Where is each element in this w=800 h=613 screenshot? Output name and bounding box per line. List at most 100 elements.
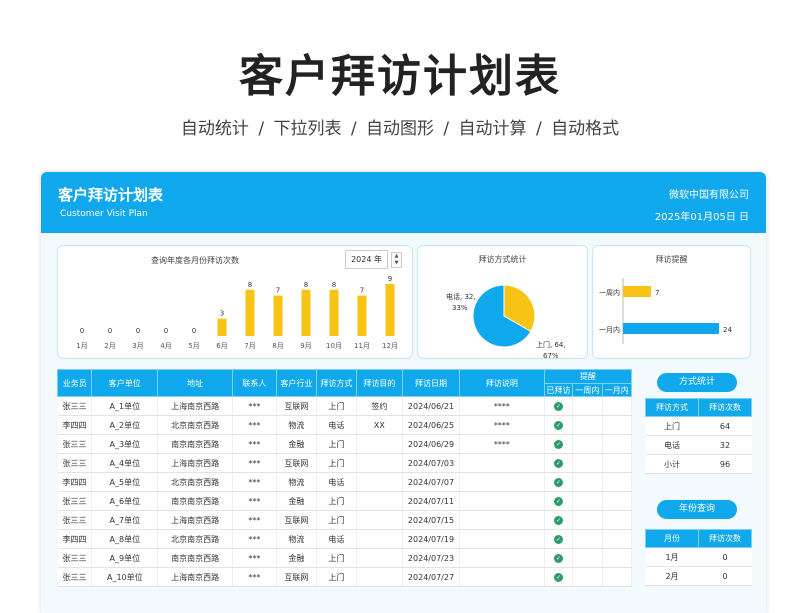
cell-date[interactable]: 2024/07/11 xyxy=(402,491,460,511)
cell-industry[interactable]: 互联网 xyxy=(276,510,318,530)
cell-address[interactable]: 上海南京西路 xyxy=(157,453,234,473)
table-row[interactable]: 张三三 A_7单位 上海南京西路 *** 互联网 上门 2024/07/15 ✓ xyxy=(57,510,633,530)
cell-method[interactable]: 上门 xyxy=(316,434,357,454)
cell-purpose[interactable] xyxy=(356,510,404,530)
cell-notes[interactable] xyxy=(459,472,545,492)
cell-notes[interactable] xyxy=(459,567,545,587)
cell-industry[interactable]: 互联网 xyxy=(276,567,318,587)
cell-notes[interactable] xyxy=(459,491,545,511)
cell-purpose[interactable]: 签约 xyxy=(356,396,404,416)
cell-salesperson[interactable]: 李四四 xyxy=(57,415,93,435)
cell-address[interactable]: 北京南京西路 xyxy=(157,529,234,549)
table-row[interactable]: 张三三 A_4单位 上海南京西路 *** 互联网 上门 2024/07/03 ✓ xyxy=(57,453,633,473)
spin-up-icon[interactable]: ▲ xyxy=(395,253,399,260)
cell-method[interactable]: 上门 xyxy=(316,510,357,530)
cell-salesperson[interactable]: 张三三 xyxy=(57,396,93,416)
year-spinner[interactable]: ▲ ▼ xyxy=(391,251,402,268)
cell-industry[interactable]: 互联网 xyxy=(276,453,318,473)
cell-contact[interactable]: *** xyxy=(232,415,277,435)
cell-industry[interactable]: 互联网 xyxy=(276,396,318,416)
cell-industry[interactable]: 金融 xyxy=(276,491,318,511)
cell-method[interactable]: 上门 xyxy=(316,453,357,473)
cell-salesperson[interactable]: 李四四 xyxy=(57,472,93,492)
cell-purpose[interactable] xyxy=(356,548,404,568)
cell-industry[interactable]: 物流 xyxy=(276,529,318,549)
table-row[interactable]: 李四四 A_8单位 北京南京西路 *** 物流 电话 2024/07/19 ✓ xyxy=(57,529,633,549)
cell-purpose[interactable] xyxy=(356,529,404,549)
cell-contact[interactable]: *** xyxy=(232,396,277,416)
cell-industry[interactable]: 金融 xyxy=(276,548,318,568)
cell-salesperson[interactable]: 张三三 xyxy=(57,548,93,568)
table-row[interactable]: 李四四 A_2单位 北京南京西路 *** 物流 电话 XX 2024/06/25 **** ✓ xyxy=(57,415,633,435)
cell-date[interactable]: 2024/07/23 xyxy=(402,548,460,568)
cell-contact[interactable]: *** xyxy=(232,548,277,568)
cell-client[interactable]: A_2单位 xyxy=(91,415,159,435)
cell-date[interactable]: 2024/07/19 xyxy=(402,529,460,549)
cell-client[interactable]: A_7单位 xyxy=(91,510,159,530)
cell-method[interactable]: 电话 xyxy=(316,415,357,435)
cell-client[interactable]: A_9单位 xyxy=(91,548,159,568)
cell-client[interactable]: A_8单位 xyxy=(91,529,159,549)
table-row[interactable]: 张三三 A_6单位 南京南京西路 *** 金融 上门 2024/07/11 ✓ xyxy=(57,491,633,511)
cell-salesperson[interactable]: 张三三 xyxy=(57,567,93,587)
cell-address[interactable]: 南京南京西路 xyxy=(157,548,234,568)
cell-contact[interactable]: *** xyxy=(232,472,277,492)
cell-date[interactable]: 2024/07/07 xyxy=(402,472,460,492)
cell-address[interactable]: 上海南京西路 xyxy=(157,396,234,416)
cell-client[interactable]: A_4单位 xyxy=(91,453,159,473)
cell-contact[interactable]: *** xyxy=(232,529,277,549)
cell-date[interactable]: 2024/06/21 xyxy=(402,396,460,416)
table-row[interactable]: 张三三 A_3单位 南京南京西路 *** 金融 上门 2024/06/29 **** ✓ xyxy=(57,434,633,454)
cell-date[interactable]: 2024/07/27 xyxy=(402,567,460,587)
cell-address[interactable]: 上海南京西路 xyxy=(157,567,234,587)
cell-contact[interactable]: *** xyxy=(232,434,277,454)
cell-method[interactable]: 上门 xyxy=(316,567,357,587)
cell-client[interactable]: A_6单位 xyxy=(91,491,159,511)
cell-notes[interactable]: **** xyxy=(459,434,545,454)
year-select-input[interactable]: 2024 年 xyxy=(345,250,388,269)
spin-down-icon[interactable]: ▼ xyxy=(395,260,399,267)
cell-purpose[interactable] xyxy=(356,472,404,492)
cell-method[interactable]: 上门 xyxy=(316,396,357,416)
table-row[interactable]: 张三三 A_9单位 南京南京西路 *** 金融 上门 2024/07/23 ✓ xyxy=(57,548,633,568)
method-stats-button[interactable]: 方式统计 xyxy=(657,373,737,392)
cell-address[interactable]: 北京南京西路 xyxy=(157,472,234,492)
cell-notes[interactable] xyxy=(459,529,545,549)
cell-salesperson[interactable]: 张三三 xyxy=(57,510,93,530)
cell-notes[interactable] xyxy=(459,510,545,530)
cell-date[interactable]: 2024/07/15 xyxy=(402,510,460,530)
cell-contact[interactable]: *** xyxy=(232,453,277,473)
year-selector[interactable]: 2024 年 ▲ ▼ xyxy=(345,250,402,269)
cell-method[interactable]: 电话 xyxy=(316,529,357,549)
cell-salesperson[interactable]: 张三三 xyxy=(57,491,93,511)
cell-address[interactable]: 南京南京西路 xyxy=(157,434,234,454)
cell-client[interactable]: A_5单位 xyxy=(91,472,159,492)
cell-purpose[interactable] xyxy=(356,491,404,511)
cell-industry[interactable]: 物流 xyxy=(276,415,318,435)
cell-salesperson[interactable]: 李四四 xyxy=(57,529,93,549)
cell-purpose[interactable]: XX xyxy=(356,415,404,435)
cell-address[interactable]: 北京南京西路 xyxy=(157,415,234,435)
cell-industry[interactable]: 物流 xyxy=(276,472,318,492)
cell-contact[interactable]: *** xyxy=(232,567,277,587)
cell-purpose[interactable] xyxy=(356,567,404,587)
cell-purpose[interactable] xyxy=(356,434,404,454)
table-row[interactable]: 李四四 A_5单位 北京南京西路 *** 物流 电话 2024/07/07 ✓ xyxy=(57,472,633,492)
cell-date[interactable]: 2024/06/29 xyxy=(402,434,460,454)
cell-date[interactable]: 2024/06/25 xyxy=(402,415,460,435)
cell-salesperson[interactable]: 张三三 xyxy=(57,453,93,473)
cell-client[interactable]: A_3单位 xyxy=(91,434,159,454)
cell-method[interactable]: 上门 xyxy=(316,548,357,568)
cell-client[interactable]: A_10单位 xyxy=(91,567,159,587)
cell-notes[interactable]: **** xyxy=(459,396,545,416)
cell-contact[interactable]: *** xyxy=(232,491,277,511)
cell-notes[interactable] xyxy=(459,548,545,568)
year-query-button[interactable]: 年份查询 xyxy=(657,500,737,519)
table-row[interactable]: 张三三 A_10单位 上海南京西路 *** 互联网 上门 2024/07/27 ✓ xyxy=(57,567,633,587)
cell-address[interactable]: 南京南京西路 xyxy=(157,491,234,511)
cell-purpose[interactable] xyxy=(356,453,404,473)
cell-date[interactable]: 2024/07/03 xyxy=(402,453,460,473)
table-row[interactable]: 张三三 A_1单位 上海南京西路 *** 互联网 上门 签约 2024/06/21 **** ✓ xyxy=(57,396,633,416)
cell-notes[interactable]: **** xyxy=(459,415,545,435)
cell-contact[interactable]: *** xyxy=(232,510,277,530)
